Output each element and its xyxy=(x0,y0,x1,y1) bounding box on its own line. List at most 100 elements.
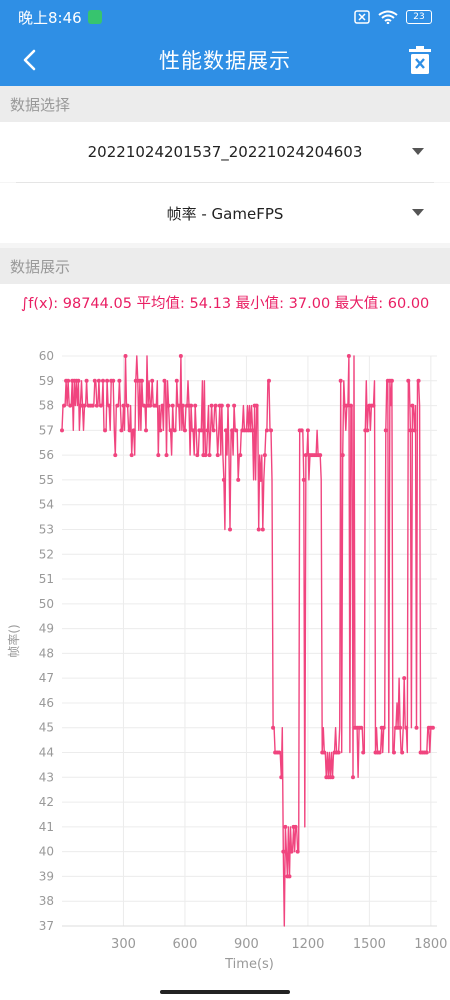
data-point xyxy=(199,428,204,433)
data-point xyxy=(389,378,394,383)
data-point xyxy=(68,403,73,408)
data-point xyxy=(213,403,218,408)
x-tick-label: 1800 xyxy=(414,937,447,952)
data-point xyxy=(338,378,343,383)
data-point xyxy=(336,750,341,755)
data-point xyxy=(402,676,407,681)
data-point xyxy=(84,378,89,383)
data-point xyxy=(305,428,310,433)
data-point xyxy=(359,725,364,730)
data-point xyxy=(225,403,230,408)
back-arrow-icon[interactable] xyxy=(16,46,44,74)
sim-off-icon xyxy=(354,10,370,24)
battery-icon: 23 xyxy=(406,10,432,24)
data-point xyxy=(254,403,259,408)
data-point xyxy=(236,477,241,482)
data-point xyxy=(158,428,163,433)
data-point xyxy=(406,378,411,383)
data-point xyxy=(271,725,276,730)
metric-select-value: 帧率 - GameFPS xyxy=(166,204,284,223)
data-point xyxy=(289,849,294,854)
data-point xyxy=(168,428,173,433)
delete-icon[interactable] xyxy=(408,45,432,75)
data-point xyxy=(150,378,155,383)
dropdown-caret-icon xyxy=(412,148,424,155)
data-point xyxy=(215,453,220,458)
y-tick-label: 60 xyxy=(39,349,54,363)
data-point xyxy=(125,403,130,408)
y-tick-label: 50 xyxy=(39,597,54,611)
metric-select[interactable]: 帧率 - GameFPS xyxy=(0,183,450,243)
data-point xyxy=(191,428,196,433)
home-indicator xyxy=(0,984,450,1000)
y-tick-label: 59 xyxy=(39,374,54,388)
data-point xyxy=(82,403,87,408)
data-point xyxy=(279,775,284,780)
data-point xyxy=(141,403,146,408)
data-point xyxy=(154,403,159,408)
data-point xyxy=(318,453,323,458)
fps-chart[interactable]: 37 38 39 40 41 42 43 44 45 46 47 48 49 50 51 52 53 54 55 56… xyxy=(0,320,450,984)
file-select[interactable]: 20221024201537_20221024204603 xyxy=(0,122,450,182)
data-point xyxy=(383,428,388,433)
data-point xyxy=(100,378,105,383)
data-point xyxy=(361,750,366,755)
x-tick-label: 600 xyxy=(173,937,198,952)
data-point xyxy=(330,775,335,780)
data-point xyxy=(264,428,269,433)
shield-icon xyxy=(87,10,102,24)
data-point xyxy=(250,428,255,433)
data-point xyxy=(182,428,187,433)
data-point xyxy=(131,428,136,433)
y-tick-label: 42 xyxy=(39,795,54,809)
data-point xyxy=(211,428,216,433)
stats-summary: ∫f(x): 98744.05 平均值: 54.13 最小值: 37.00 最大… xyxy=(0,284,450,320)
data-point xyxy=(424,750,429,755)
data-point xyxy=(350,775,355,780)
y-tick-label: 43 xyxy=(39,770,54,784)
y-tick-label: 40 xyxy=(39,845,54,859)
data-point xyxy=(76,378,81,383)
data-point xyxy=(170,403,175,408)
data-point xyxy=(303,453,308,458)
y-tick-label: 45 xyxy=(39,721,54,735)
data-point xyxy=(189,403,194,408)
data-point xyxy=(283,824,288,829)
y-tick-label: 51 xyxy=(39,572,54,586)
data-point xyxy=(223,428,228,433)
data-point xyxy=(234,428,239,433)
y-tick-label: 41 xyxy=(39,820,54,834)
data-point xyxy=(162,378,167,383)
data-point xyxy=(98,403,103,408)
data-select-section-label: 数据选择 xyxy=(0,86,450,122)
status-icons: 23 xyxy=(354,10,432,24)
data-point xyxy=(232,403,237,408)
data-point xyxy=(205,428,210,433)
data-point xyxy=(230,428,235,433)
data-point xyxy=(90,403,95,408)
data-point xyxy=(281,849,286,854)
y-tick-label: 39 xyxy=(39,869,54,883)
data-point xyxy=(195,453,200,458)
data-point xyxy=(174,378,179,383)
data-point xyxy=(66,378,71,383)
data-point xyxy=(398,725,403,730)
data-point xyxy=(156,453,161,458)
data-point xyxy=(176,403,181,408)
data-point xyxy=(164,453,169,458)
status-time: 晚上8:46 xyxy=(18,8,82,27)
data-point xyxy=(105,378,110,383)
data-point xyxy=(430,725,435,730)
chart-panel: 37 38 39 40 41 42 43 44 45 46 47 48 49 50 51 52 53 54 55 56… xyxy=(0,320,450,984)
data-point xyxy=(269,428,274,433)
data-point xyxy=(348,403,353,408)
data-point xyxy=(340,453,345,458)
data-point xyxy=(377,750,382,755)
data-point xyxy=(172,428,177,433)
data-point xyxy=(322,750,327,755)
y-tick-label: 47 xyxy=(39,671,54,685)
y-tick-label: 52 xyxy=(39,547,54,561)
data-point xyxy=(301,477,306,482)
x-axis-label: Time(s) xyxy=(224,957,274,972)
x-tick-label: 300 xyxy=(111,937,136,952)
